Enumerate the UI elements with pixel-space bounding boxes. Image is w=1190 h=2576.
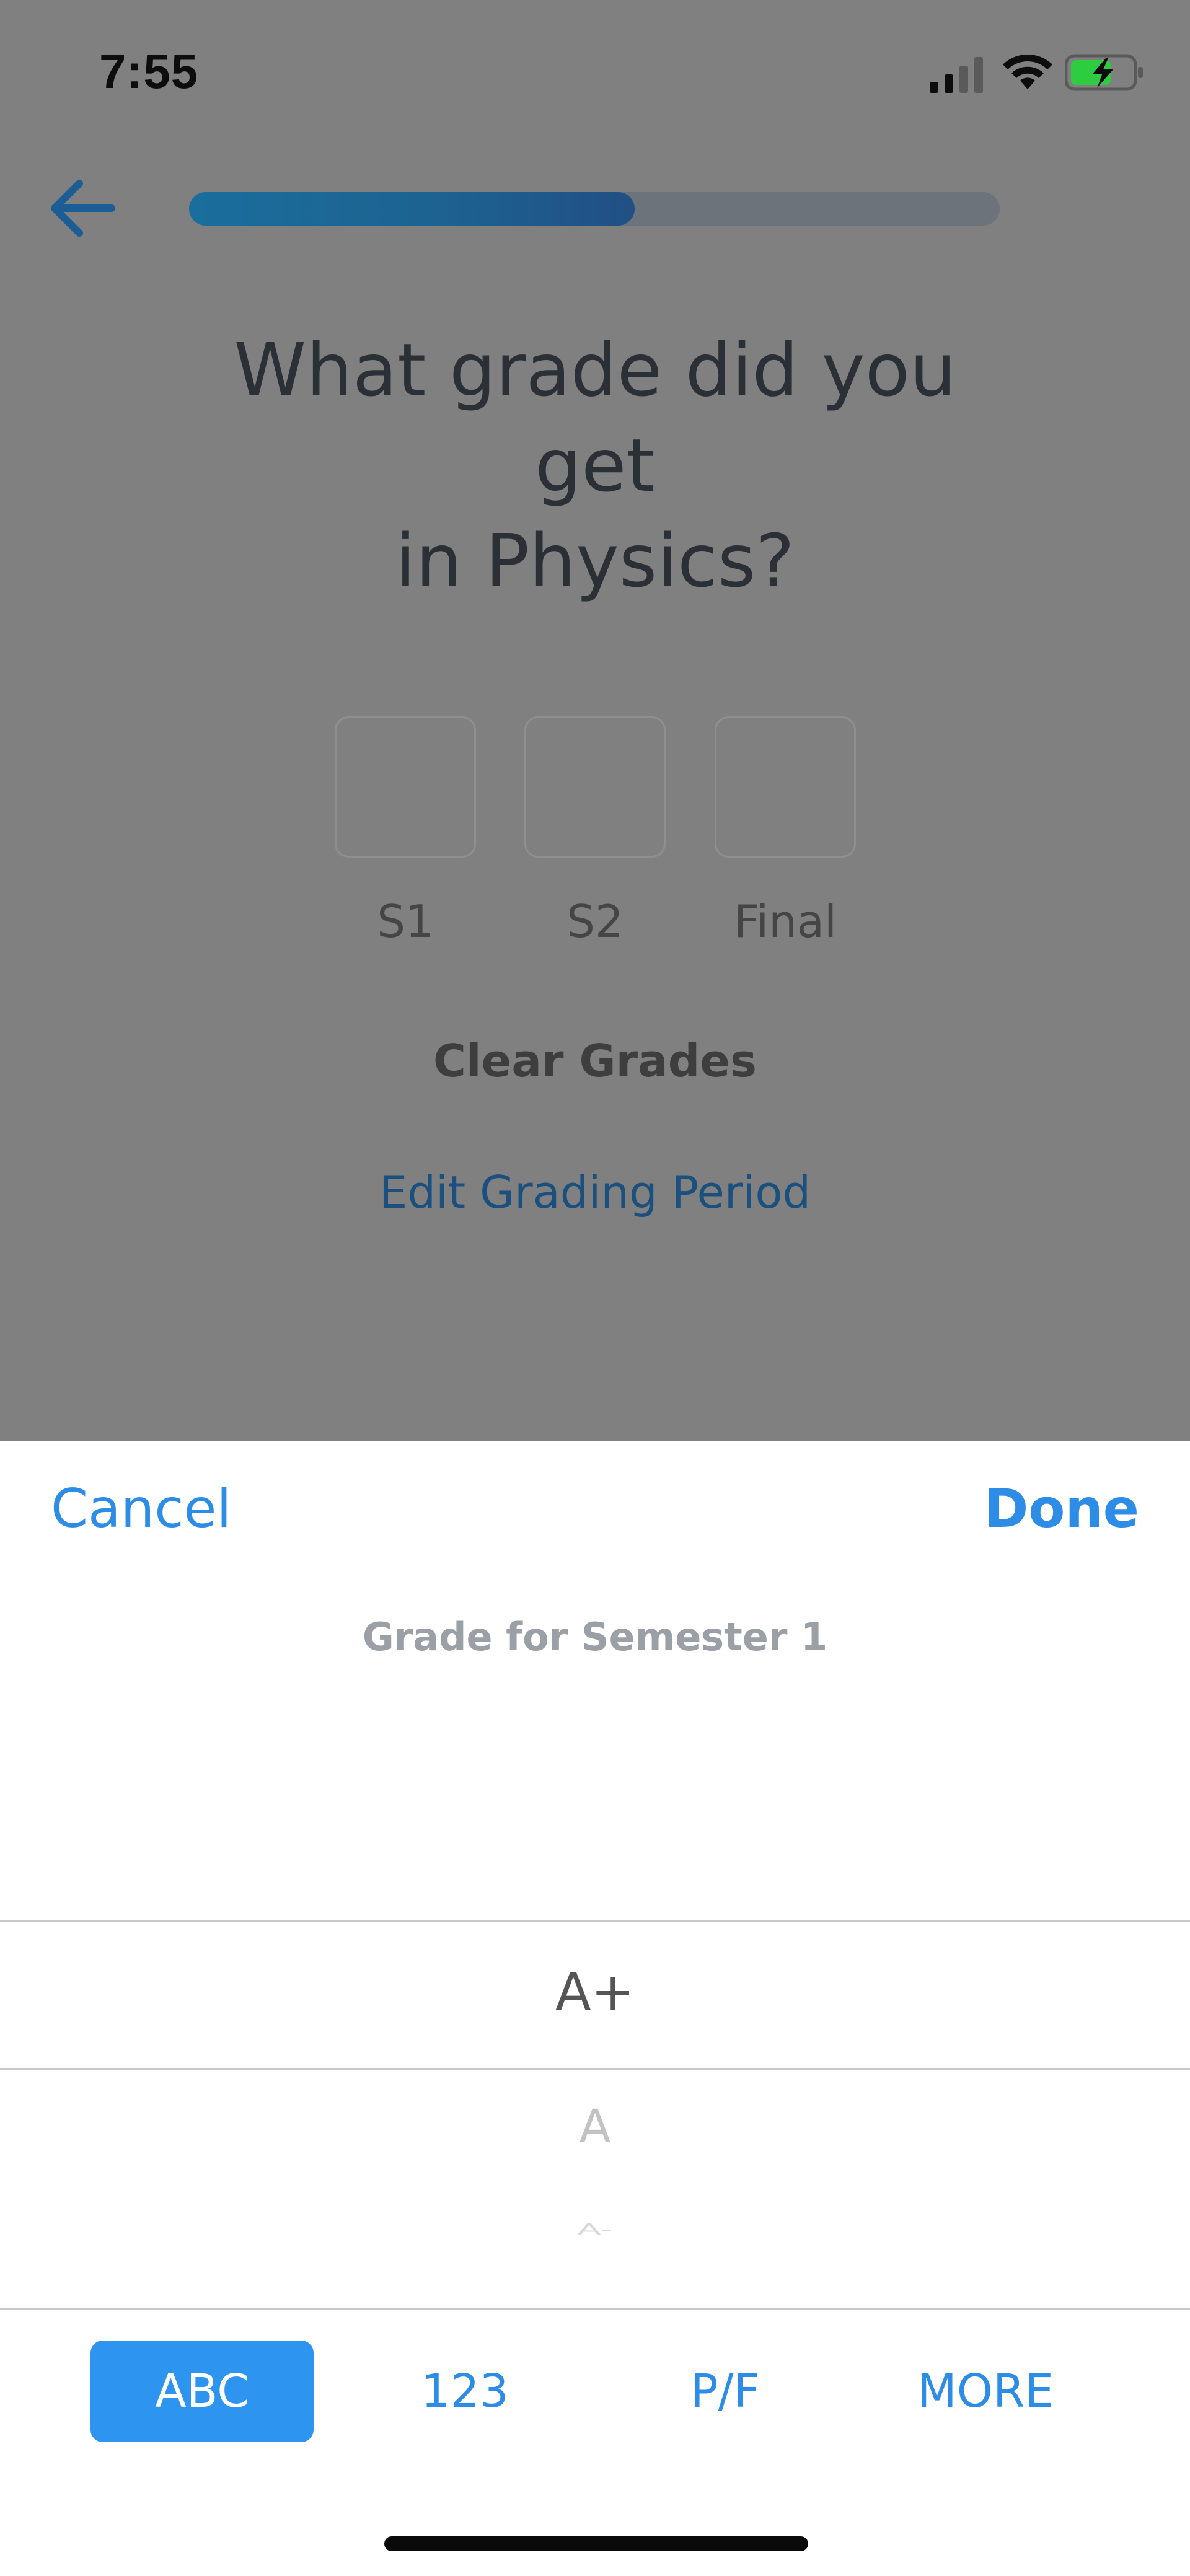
done-button[interactable]: Done [984, 1478, 1139, 1540]
grade-box-final[interactable] [715, 716, 856, 858]
dimmed-content: 7:55 What grade did you get in Physics? … [0, 0, 1190, 1441]
status-time: 7:55 [99, 44, 199, 99]
picker-option[interactable]: A [0, 2100, 1190, 2153]
grade-picker-sheet: Cancel Done Grade for Semester 1 A+ A A-… [0, 1441, 1190, 2576]
grade-box-label-s1: S1 [377, 895, 434, 947]
picker-option-selected[interactable]: A+ [0, 1961, 1190, 2022]
tab-bar-divider [0, 2308, 1190, 2310]
grade-box-label-final: Final [734, 895, 837, 947]
tab-more[interactable]: MORE [874, 2341, 1097, 2442]
picker-option[interactable]: A- [0, 2220, 1190, 2238]
edit-grading-period-link[interactable]: Edit Grading Period [285, 1166, 905, 1218]
cancel-button[interactable]: Cancel [51, 1478, 231, 1540]
home-indicator [384, 2536, 808, 2551]
wifi-icon [1003, 55, 1052, 89]
grade-box-label-s2: S2 [566, 895, 624, 947]
back-arrow-icon[interactable] [43, 174, 124, 242]
tab-abc[interactable]: ABC [90, 2341, 314, 2442]
picker-title: Grade for Semester 1 [362, 1614, 828, 1659]
question-title: What grade did you get in Physics? [186, 322, 1004, 609]
picker-selection-bottom-line [0, 2068, 1190, 2070]
grade-box-s2[interactable] [524, 716, 666, 858]
progress-bar [189, 192, 1000, 226]
question-line-2: in Physics? [395, 518, 795, 604]
clear-grades-button[interactable]: Clear Grades [347, 1035, 843, 1087]
progress-fill [189, 192, 635, 226]
question-line-1: What grade did you get [234, 327, 956, 508]
cellular-signal-icon [930, 57, 983, 93]
tab-pass-fail[interactable]: P/F [614, 2341, 837, 2442]
tab-123[interactable]: 123 [353, 2341, 576, 2442]
grade-box-s1[interactable] [335, 716, 476, 858]
picker-selection-top-line [0, 1920, 1190, 1922]
battery-charging-icon [1065, 54, 1143, 91]
